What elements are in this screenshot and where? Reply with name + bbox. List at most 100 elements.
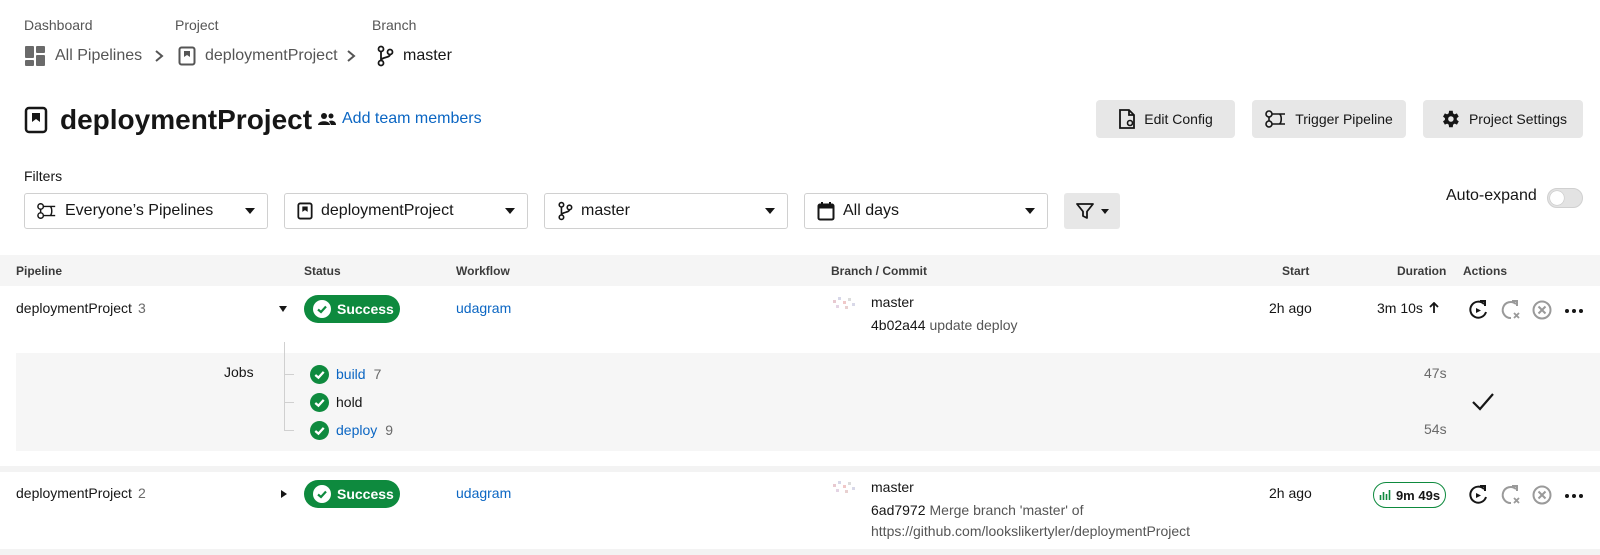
col-actions: Actions <box>1463 264 1508 278</box>
jobs-panel <box>16 353 1600 451</box>
user-avatar <box>833 297 855 309</box>
dashboard-icon <box>25 46 45 66</box>
breadcrumb-branch-text: master <box>403 47 452 64</box>
project-filter-dropdown[interactable]: deploymentProject <box>284 193 528 229</box>
check-circle-icon <box>313 300 331 318</box>
row-separator <box>0 466 1600 472</box>
funnel-icon <box>1076 203 1094 219</box>
col-branch-commit: Branch / Commit <box>831 264 928 278</box>
breadcrumb-project[interactable]: deploymentProject <box>178 44 338 68</box>
breadcrumb-dashboard-label: Dashboard <box>24 17 93 33</box>
status-text: Success <box>337 301 394 317</box>
project-settings-label: Project Settings <box>1468 111 1568 127</box>
breadcrumb-project-text: deploymentProject <box>205 47 338 64</box>
caret-down-icon <box>505 208 515 214</box>
job-duration: 54s <box>1424 421 1447 437</box>
check-circle-icon <box>310 420 329 440</box>
more-options-icon[interactable] <box>1562 483 1586 507</box>
job-name: hold <box>336 394 363 410</box>
commit-message: update deploy <box>929 317 1018 333</box>
commit-message: Merge branch 'master' of <box>929 502 1084 518</box>
workflow-link[interactable]: udagram <box>456 300 511 316</box>
branch-filter-dropdown[interactable]: master <box>544 193 788 229</box>
days-filter-value: All days <box>843 202 900 219</box>
breadcrumb-all-pipelines-text: All Pipelines <box>55 47 143 64</box>
bar-chart-icon <box>1379 490 1391 500</box>
pipeline-name[interactable]: deploymentProject 2 <box>16 485 146 501</box>
tree-line <box>284 342 285 430</box>
arrow-up-icon <box>1429 302 1439 313</box>
breadcrumb-branch[interactable]: master <box>376 44 452 68</box>
expand-caret-icon[interactable] <box>280 489 288 499</box>
job-item: hold <box>310 391 362 413</box>
start-time: 2h ago <box>1269 485 1312 501</box>
cancel-icon[interactable] <box>1530 298 1554 322</box>
status-text: Success <box>337 486 394 502</box>
pipelines-filter-value: Everyone’s Pipelines <box>65 202 214 219</box>
approved-check-icon <box>1472 393 1494 411</box>
pipeline-icon <box>1265 110 1286 128</box>
pipeline-name[interactable]: deploymentProject 3 <box>16 300 146 316</box>
row-separator <box>0 549 1600 555</box>
rerun-icon[interactable] <box>1466 483 1490 507</box>
job-number: 7 <box>373 366 382 382</box>
col-pipeline: Pipeline <box>16 264 63 278</box>
job-item[interactable]: deploy 9 <box>310 419 393 441</box>
job-name[interactable]: build <box>336 366 366 382</box>
project-settings-button[interactable]: Project Settings <box>1423 100 1583 138</box>
rerun-failed-icon[interactable] <box>1498 483 1522 507</box>
advanced-filter-button[interactable] <box>1064 193 1120 229</box>
more-options-icon[interactable] <box>1562 298 1586 322</box>
job-number: 9 <box>385 422 394 438</box>
pipeline-name-text: deploymentProject <box>16 485 132 501</box>
commit-info: 4b02a44 update deploy <box>871 317 1017 333</box>
collapse-caret-icon[interactable] <box>278 305 288 313</box>
calendar-icon <box>817 202 835 221</box>
days-filter-dropdown[interactable]: All days <box>804 193 1048 229</box>
file-settings-icon <box>1119 109 1136 129</box>
auto-expand-toggle[interactable] <box>1547 188 1583 208</box>
pipelines-filter-dropdown[interactable]: Everyone’s Pipelines <box>24 193 268 229</box>
people-icon <box>318 113 336 125</box>
caret-down-icon <box>765 208 775 214</box>
filters-label: Filters <box>24 168 63 184</box>
workflow-link[interactable]: udagram <box>456 485 511 501</box>
pipeline-name-text: deploymentProject <box>16 300 132 316</box>
branch-filter-value: master <box>581 202 630 219</box>
job-item[interactable]: build 7 <box>310 363 381 385</box>
trigger-pipeline-label: Trigger Pipeline <box>1295 111 1393 127</box>
pipeline-number: 2 <box>137 485 146 501</box>
col-status: Status <box>304 264 341 278</box>
check-circle-icon <box>310 392 329 412</box>
duration-text: 9m 49s <box>1395 487 1441 503</box>
chevron-right-icon <box>347 50 356 62</box>
duration-insights-badge[interactable]: 9m 49s <box>1373 482 1446 508</box>
job-name[interactable]: deploy <box>336 422 377 438</box>
pipeline-icon <box>37 202 56 219</box>
status-badge: Success <box>304 480 400 508</box>
breadcrumb-branch-label: Branch <box>372 17 417 33</box>
rerun-icon[interactable] <box>1466 298 1490 322</box>
add-team-members-link[interactable]: Add team members <box>318 108 482 130</box>
commit-sha[interactable]: 6ad7972 <box>871 502 926 518</box>
gear-icon <box>1443 110 1459 128</box>
status-badge: Success <box>304 295 400 323</box>
trigger-pipeline-button[interactable]: Trigger Pipeline <box>1252 100 1406 138</box>
git-branch-icon <box>377 45 394 67</box>
caret-down-icon <box>1025 208 1035 214</box>
breadcrumb-all-pipelines[interactable]: All Pipelines <box>24 44 142 68</box>
project-icon <box>297 202 313 220</box>
job-duration: 47s <box>1424 365 1447 381</box>
caret-down-icon <box>245 208 255 214</box>
check-circle-icon <box>313 485 331 503</box>
user-avatar <box>833 481 855 493</box>
duration-text: 3m 10s <box>1377 300 1423 316</box>
check-circle-icon <box>310 364 329 384</box>
jobs-label: Jobs <box>224 364 254 380</box>
col-start: Start <box>1282 264 1310 278</box>
commit-sha[interactable]: 4b02a44 <box>871 317 926 333</box>
edit-config-button[interactable]: Edit Config <box>1096 100 1235 138</box>
rerun-failed-icon[interactable] <box>1498 298 1522 322</box>
table-header <box>0 255 1600 286</box>
cancel-icon[interactable] <box>1530 483 1554 507</box>
